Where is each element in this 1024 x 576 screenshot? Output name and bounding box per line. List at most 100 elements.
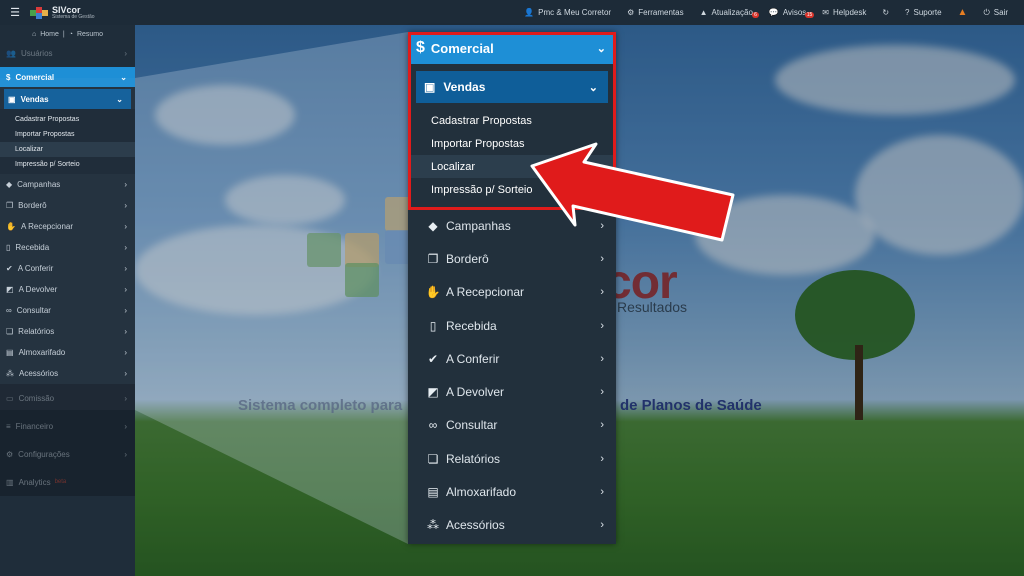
chevron-down-icon: ⌄ [588,81,598,94]
zoom-item-acessorios[interactable]: ⁂ Acessórios › [408,509,616,542]
sidebar-item-configuracoes[interactable]: ⚙ Configurações › [0,440,135,468]
nav-atualizacao[interactable]: ▲ Atualização 6 [692,8,761,18]
archive-icon: ▤ [427,485,439,500]
zoom-item-comercial[interactable]: $ Comercial ⌄ [408,32,616,64]
tag-icon: ◆ [428,218,438,233]
comments-icon: 💬 [768,8,779,17]
dollar-icon: $ [416,39,425,56]
nav-refresh[interactable]: ↻ [874,8,897,17]
zoom-subitem-impressao-sorteio[interactable]: Impressão p/ Sorteio [408,178,616,201]
sidebar-subitem-localizar[interactable]: Localizar [0,142,135,157]
sidebar-item-recebida[interactable]: ▯ Recebida › [0,237,135,258]
sidebar-item-a-conferir[interactable]: ✔ A Conferir › [0,258,135,279]
sidebar-item-bordero[interactable]: ❐ Borderô › [0,195,135,216]
briefcase-icon: ▣ [424,80,436,94]
home-link[interactable]: Home [40,31,59,38]
brand-logo[interactable]: SIVcor Sistema de Gestão [30,4,140,20]
sidebar-item-comercial[interactable]: $ Comercial ⌄ [0,67,135,87]
nav-user-label: Pmc & Meu Corretor [538,8,612,17]
nav-user[interactable]: 👤 Pmc & Meu Corretor [516,8,619,17]
sidebar-item-campanhas[interactable]: ◆ Campanhas › [0,174,135,195]
nav-helpdesk[interactable]: ✉ Helpdesk [814,8,874,17]
chevron-down-icon: ⌄ [116,94,123,104]
cubes-icon: ⁂ [427,518,439,533]
nav-sair[interactable]: ⏻ Sair [975,8,1016,18]
zoom-item-a-devolver[interactable]: ◩ A Devolver › [408,375,616,408]
chevron-right-icon: › [600,452,604,465]
zoom-item-almoxarifado[interactable]: ▤ Almoxarifado › [408,475,616,508]
briefcase-icon: ▣ [8,94,16,104]
zoom-item-relatorios[interactable]: ❏ Relatórios › [408,442,616,475]
binoculars-icon: ∞ [6,306,12,315]
chevron-right-icon: › [124,449,127,459]
sidebar-subitem-impressao-sorteio[interactable]: Impressão p/ Sorteio [0,157,135,172]
dollar-icon: $ [6,72,11,82]
zoom-item-campanhas[interactable]: ◆ Campanhas › [408,209,616,242]
alert-icon: ▲ [957,7,968,18]
analytics-icon: ▥ [6,477,14,487]
nav-atualizacao-label: Atualização [711,8,753,17]
zoom-item-bordero[interactable]: ❐ Borderô › [408,242,616,275]
money-icon: ▭ [6,393,14,403]
power-icon: ⏻ [983,7,990,17]
home-breadcrumb: ⌂ Home | ◔ Resumo [31,30,104,38]
nav-avisos-label: Avisos [782,8,807,17]
sidebar: ⌂ Home | ◔ Resumo 👥 Usuários › $ Comerci… [0,25,135,576]
chevron-right-icon: › [600,386,604,399]
top-nav-menu: 👤 Pmc & Meu Corretor ⚙ Ferramentas ▲ Atu… [516,0,1016,25]
sidebar-subitem-cadastrar-propostas[interactable]: Cadastrar Propostas [0,112,135,127]
hamburger-icon[interactable]: ☰ [0,6,30,19]
return-icon: ◩ [6,285,14,294]
zoom-subitem-cadastrar-propostas[interactable]: Cadastrar Propostas [408,109,616,132]
chevron-right-icon: › [124,393,127,403]
vendas-submenu: Cadastrar Propostas Importar Propostas L… [0,109,135,174]
gears-icon: ⚙ [627,8,635,17]
sidebar-item-vendas[interactable]: ▣ Vendas ⌄ [4,89,131,109]
top-navbar: ☰ SIVcor Sistema de Gestão 👤 Pmc & Meu C… [0,0,1024,25]
chevron-right-icon: › [124,201,127,210]
database-icon: ≡ [6,421,11,431]
chevron-right-icon: › [124,180,127,189]
tag-icon: ◆ [6,180,13,189]
zoom-item-vendas[interactable]: ▣ Vendas ⌄ [416,71,608,103]
sidebar-item-a-recepcionar[interactable]: ✋ A Recepcionar › [0,216,135,237]
sidebar-item-usuarios[interactable]: 👥 Usuários › [0,43,135,64]
nav-ferramentas[interactable]: ⚙ Ferramentas [619,8,692,17]
zoom-item-consultar[interactable]: ∞ Consultar › [408,409,616,442]
refresh-icon: ↻ [882,8,890,17]
sidebar-item-a-devolver[interactable]: ◩ A Devolver › [0,279,135,300]
nav-avisos[interactable]: 💬 Avisos 15 [761,8,815,18]
sidebar-item-relatorios[interactable]: ❏ Relatórios › [0,321,135,342]
cubes-icon: ⁂ [6,369,14,378]
zoom-subitem-localizar[interactable]: Localizar [408,155,616,178]
sidebar-item-financeiro[interactable]: ≡ Financeiro › [0,412,135,440]
chevron-right-icon: › [600,252,604,265]
brand-name: SIVcor [52,4,81,15]
zoom-item-a-conferir[interactable]: ✔ A Conferir › [408,342,616,375]
zoom-subitem-importar-propostas[interactable]: Importar Propostas [408,132,616,155]
chevron-right-icon: › [124,264,127,273]
sidebar-item-analytics[interactable]: ▥ Analytics beta [0,468,135,496]
sidebar-item-acessorios[interactable]: ⁂ Acessórios › [0,363,135,384]
sidebar-item-almoxarifado[interactable]: ▤ Almoxarifado › [0,342,135,363]
warning-icon: ▲ [699,8,708,17]
question-icon: ? [905,8,910,17]
return-icon: ◩ [427,385,439,400]
nav-alert[interactable]: ▲ [950,7,976,18]
chevron-down-icon: ⌄ [596,42,606,55]
check-circle-icon: ✔ [6,264,13,273]
handshake-icon: ✋ [6,222,16,231]
handshake-icon: ✋ [425,285,441,300]
avisos-badge: 15 [804,12,815,18]
sidebar-item-comissao[interactable]: ▭ Comissão › [0,384,135,412]
zoom-item-a-recepcionar[interactable]: ✋ A Recepcionar › [408,276,616,309]
nav-helpdesk-label: Helpdesk [832,8,867,17]
chevron-down-icon: ⌄ [120,72,127,82]
sidebar-item-consultar[interactable]: ∞ Consultar › [0,300,135,321]
documents-icon: ❏ [6,327,14,336]
sidebar-subitem-importar-propostas[interactable]: Importar Propostas [0,127,135,142]
resumo-link[interactable]: Resumo [77,31,103,38]
zoom-vendas-submenu: Cadastrar Propostas Importar Propostas L… [408,103,616,201]
zoom-item-recebida[interactable]: ▯ Recebida › [408,309,616,342]
nav-suporte[interactable]: ? Suporte [897,8,949,17]
